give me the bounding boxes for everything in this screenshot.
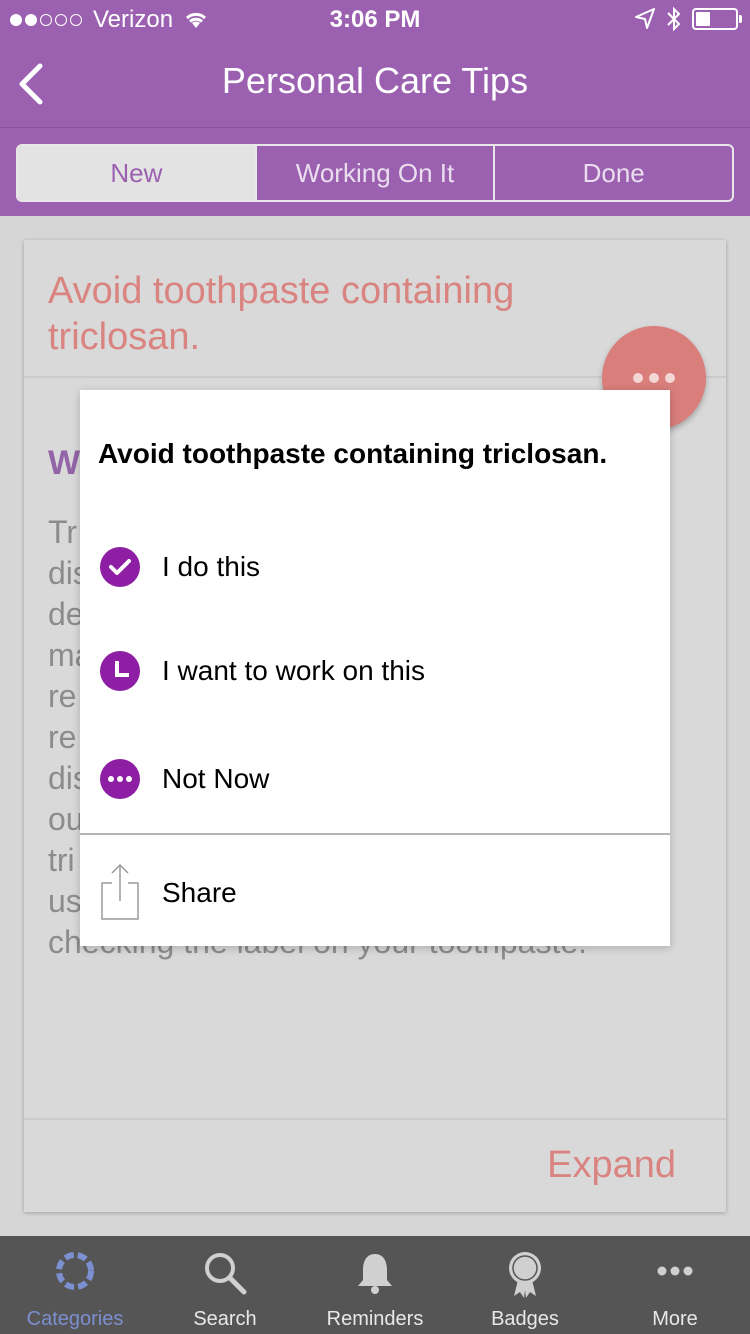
navigation-bar: Personal Care Tips <box>0 40 750 128</box>
action-popup: Avoid toothpaste containing triclosan. I… <box>80 390 670 946</box>
page-title: Personal Care Tips <box>221 60 529 101</box>
tab-categories[interactable]: Categories <box>0 1236 150 1334</box>
battery-icon <box>692 8 742 30</box>
segment-bar: New Working On It Done <box>0 128 750 216</box>
check-icon <box>100 547 140 587</box>
search-icon <box>205 1253 247 1295</box>
tab-label: Badges <box>491 1308 559 1330</box>
ellipsis-dot <box>649 373 659 383</box>
segmented-control: New Working On It Done <box>16 144 734 202</box>
option-label: I do this <box>162 551 261 582</box>
tab-label: Reminders <box>326 1308 424 1330</box>
option-i-do-this[interactable]: I do this <box>80 522 670 612</box>
tab-label: Categories <box>26 1308 124 1330</box>
clock-icon <box>100 651 140 691</box>
more-icon <box>657 1266 693 1276</box>
segment-working-on-it[interactable]: Working On It <box>254 146 494 200</box>
popup-divider <box>80 833 670 835</box>
bell-icon <box>358 1254 392 1294</box>
share-label: Share <box>162 877 237 908</box>
tab-search[interactable]: Search <box>150 1236 300 1334</box>
option-work-on-this[interactable]: I want to work on this <box>80 626 670 716</box>
tab-label: Search <box>193 1308 257 1330</box>
tab-label: More <box>652 1308 698 1330</box>
option-label: I want to work on this <box>162 655 426 686</box>
bluetooth-icon <box>667 6 681 32</box>
option-label: Not Now <box>162 763 270 794</box>
segment-done[interactable]: Done <box>493 146 732 200</box>
tab-badges[interactable]: Badges <box>450 1236 600 1334</box>
categories-icon <box>56 1252 94 1290</box>
card-footer-divider <box>24 1118 726 1120</box>
status-bar: Verizon 3:06 PM <box>0 0 750 40</box>
tab-reminders[interactable]: Reminders <box>300 1236 450 1334</box>
ellipsis-dot <box>633 373 643 383</box>
card-title: Avoid toothpaste containing triclosan. <box>48 270 515 358</box>
card-subheading: W <box>48 444 81 482</box>
tab-more[interactable]: More <box>600 1236 750 1334</box>
ellipsis-icon <box>100 759 140 799</box>
location-arrow-icon <box>635 8 655 29</box>
badge-icon <box>509 1252 541 1298</box>
share-button[interactable]: Share <box>80 848 670 938</box>
share-icon <box>100 863 140 923</box>
popup-title: Avoid toothpaste containing triclosan. <box>98 438 608 469</box>
expand-button[interactable]: Expand <box>547 1144 676 1187</box>
segment-new[interactable]: New <box>18 146 255 200</box>
ellipsis-dot <box>665 373 675 383</box>
tab-bar: Categories Search Reminders Badges More <box>0 1236 750 1334</box>
option-not-now[interactable]: Not Now <box>80 734 670 824</box>
